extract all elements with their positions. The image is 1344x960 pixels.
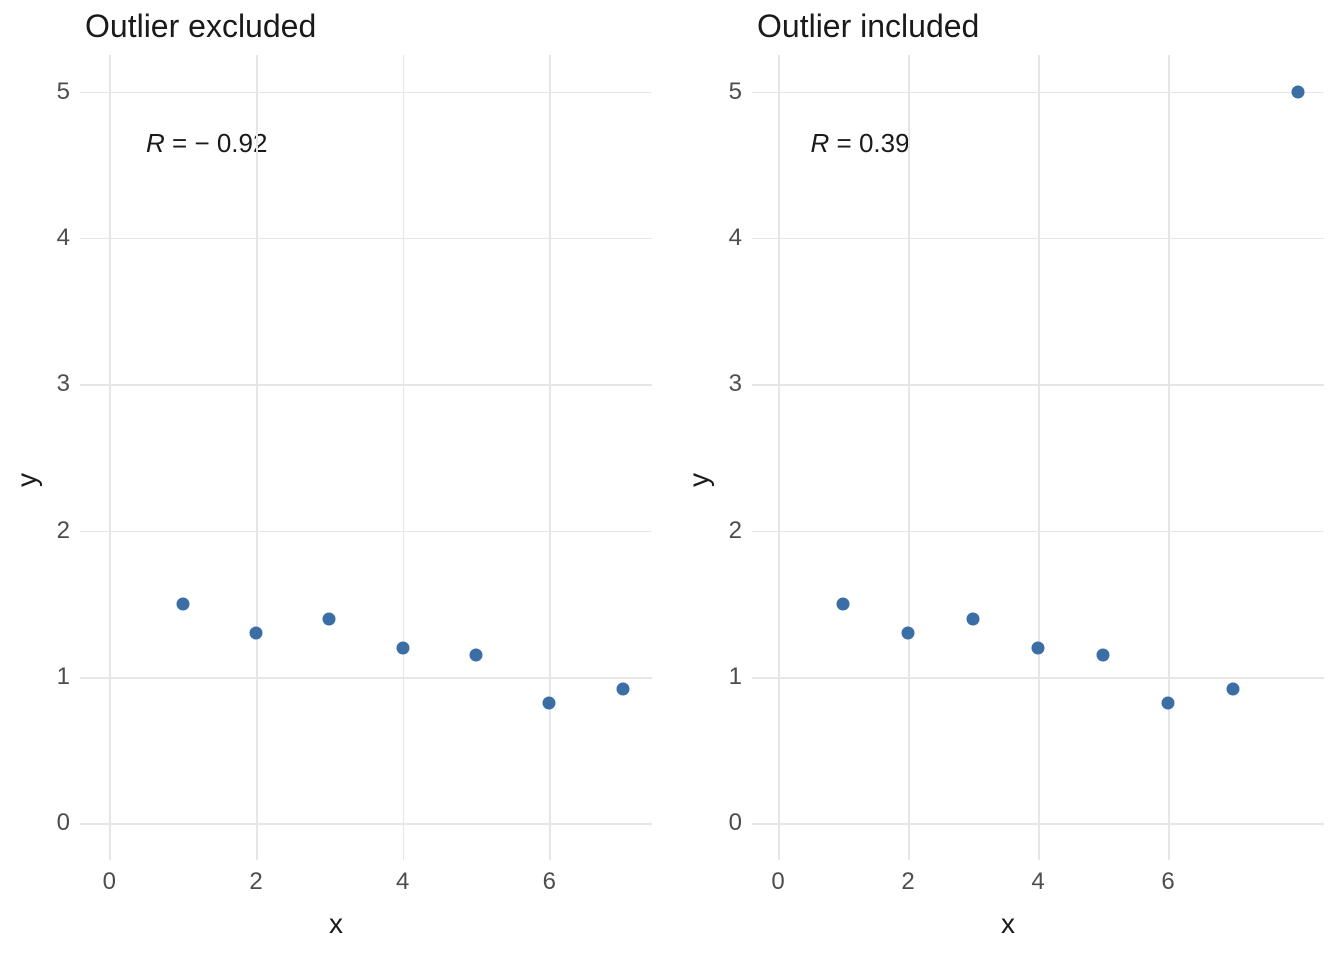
- data-point: [902, 627, 915, 640]
- y-axis-label: y: [11, 473, 43, 487]
- x-tick-label: 0: [771, 860, 784, 896]
- panel-title: Outlier excluded: [85, 8, 316, 45]
- y-axis-label: y: [683, 473, 715, 487]
- data-point: [396, 641, 409, 654]
- gridline-vertical: [256, 55, 258, 860]
- x-tick-label: 2: [249, 860, 262, 896]
- x-axis-label: x: [329, 908, 343, 940]
- panel-outlier-excluded: Outlier excluded y x R = − 0.92 01234502…: [0, 0, 672, 960]
- data-point: [1292, 85, 1305, 98]
- y-tick-label: 3: [57, 370, 80, 398]
- gridline-horizontal: [80, 677, 652, 679]
- gridline-horizontal: [80, 384, 652, 386]
- correlation-annotation: R = − 0.92: [146, 128, 267, 159]
- x-tick-label: 0: [103, 860, 116, 896]
- y-tick-label: 0: [729, 809, 752, 837]
- y-tick-label: 5: [57, 78, 80, 106]
- x-tick-label: 6: [1161, 860, 1174, 896]
- gridline-horizontal: [80, 823, 652, 825]
- correlation-annotation: R = 0.39: [811, 128, 910, 159]
- gridline-vertical: [109, 55, 111, 860]
- gridline-horizontal: [80, 238, 652, 240]
- annotation-value: 0.39: [859, 128, 910, 158]
- x-axis-label: x: [1001, 908, 1015, 940]
- y-tick-label: 1: [729, 663, 752, 691]
- gridline-vertical: [403, 55, 405, 860]
- gridline-vertical: [549, 55, 551, 860]
- plot-area: R = − 0.92 0123450246: [80, 55, 652, 860]
- annotation-equals: =: [837, 128, 859, 158]
- y-tick-label: 3: [729, 370, 752, 398]
- x-tick-label: 6: [543, 860, 556, 896]
- data-point: [616, 682, 629, 695]
- x-tick-label: 2: [901, 860, 914, 896]
- data-point: [837, 597, 850, 610]
- y-tick-label: 1: [57, 663, 80, 691]
- data-point: [176, 597, 189, 610]
- data-point: [470, 649, 483, 662]
- annotation-symbol: R: [811, 128, 830, 158]
- data-point: [543, 697, 556, 710]
- gridline-vertical: [1168, 55, 1170, 860]
- y-tick-label: 4: [57, 224, 80, 252]
- y-tick-label: 2: [729, 517, 752, 545]
- y-tick-label: 2: [57, 517, 80, 545]
- gridline-vertical: [1038, 55, 1040, 860]
- gridline-horizontal: [80, 92, 652, 94]
- y-tick-label: 4: [729, 224, 752, 252]
- gridline-vertical: [778, 55, 780, 860]
- data-point: [1162, 697, 1175, 710]
- data-point: [1097, 649, 1110, 662]
- data-point: [323, 612, 336, 625]
- x-tick-label: 4: [396, 860, 409, 896]
- figure: Outlier excluded y x R = − 0.92 01234502…: [0, 0, 1344, 960]
- data-point: [1032, 641, 1045, 654]
- panel-title: Outlier included: [757, 8, 979, 45]
- x-tick-label: 4: [1031, 860, 1044, 896]
- annotation-equals: =: [172, 128, 194, 158]
- y-tick-label: 5: [729, 78, 752, 106]
- data-point: [967, 612, 980, 625]
- annotation-symbol: R: [146, 128, 165, 158]
- data-point: [250, 627, 263, 640]
- gridline-vertical: [908, 55, 910, 860]
- gridline-horizontal: [80, 531, 652, 533]
- panel-outlier-included: Outlier included y x R = 0.39 0123450246: [672, 0, 1344, 960]
- y-tick-label: 0: [57, 809, 80, 837]
- data-point: [1227, 682, 1240, 695]
- plot-area: R = 0.39 0123450246: [752, 55, 1324, 860]
